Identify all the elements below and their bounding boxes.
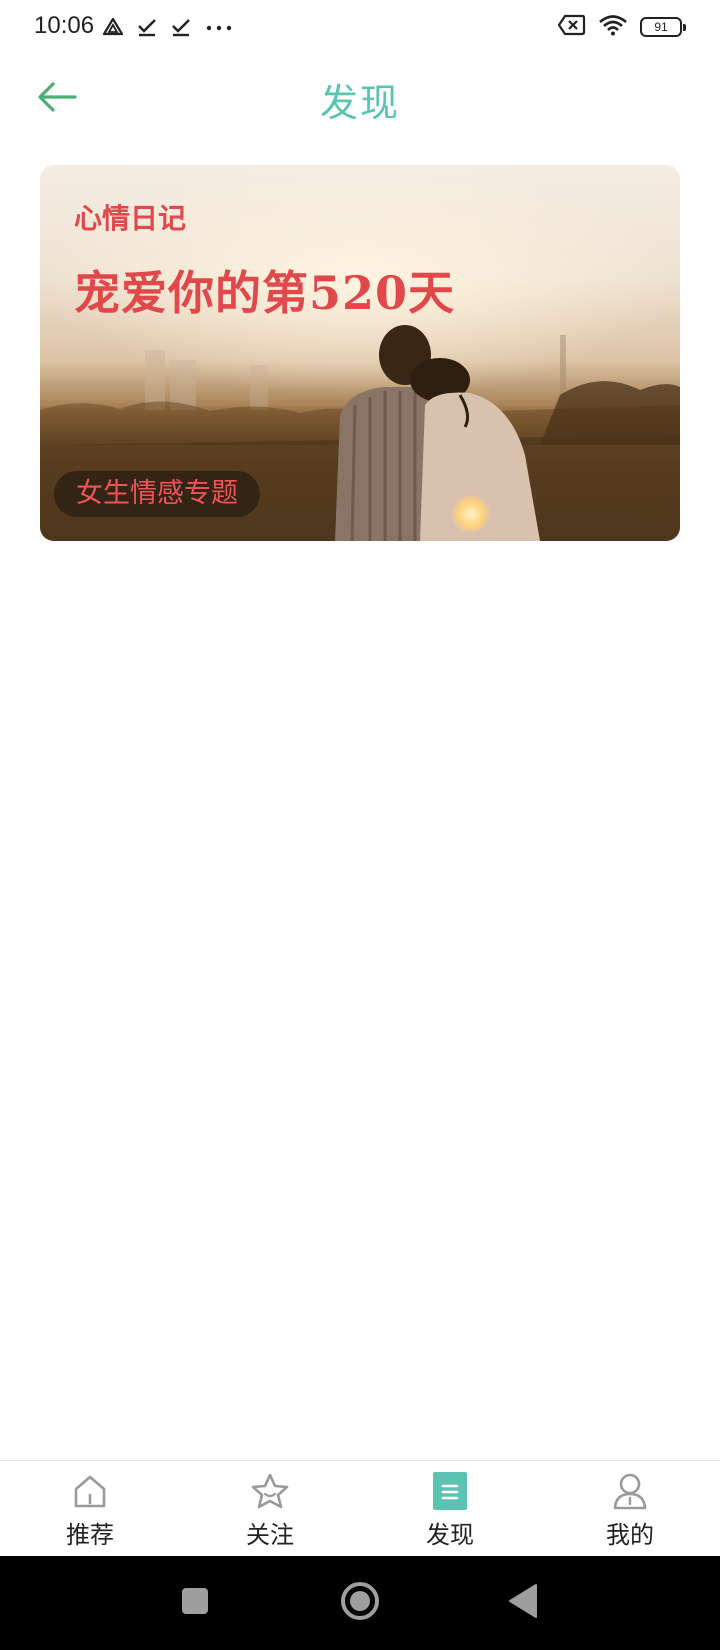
battery-level: 91 <box>654 20 668 34</box>
status-time: 10:06 <box>34 12 95 39</box>
drive-icon <box>102 16 124 38</box>
back-system-button[interactable] <box>500 1580 546 1626</box>
wifi-icon <box>598 14 628 40</box>
status-bar: 10:06 91 <box>0 0 720 56</box>
page-title: 发现 <box>319 81 400 125</box>
nav-label-mine: 我的 <box>606 1521 654 1549</box>
nav-label-discover: 发现 <box>426 1521 474 1549</box>
status-system-icons: 91 <box>557 12 686 42</box>
home-icon <box>70 1471 110 1511</box>
system-navigation-bar <box>0 1556 720 1650</box>
download-done-icon <box>136 16 158 38</box>
triangle-back-icon <box>506 1583 540 1623</box>
discover-icon <box>430 1471 470 1511</box>
nav-label-recommend: 推荐 <box>66 1521 114 1549</box>
header: 发现 <box>0 56 720 140</box>
banner-topic-tag[interactable]: 女生情感专题 <box>54 471 260 517</box>
banner-headline: 宠爱你的第520天 <box>74 266 456 320</box>
profile-icon <box>610 1471 650 1511</box>
sim-off-icon <box>557 14 586 40</box>
nav-item-recommend[interactable]: 推荐 <box>0 1461 180 1557</box>
recents-button[interactable] <box>172 1580 218 1626</box>
topic-banner-card[interactable]: 心情日记 宠爱你的第520天 女生情感专题 <box>40 165 680 541</box>
status-notification-icons <box>102 12 234 42</box>
nav-item-follow[interactable]: 关注 <box>180 1461 360 1557</box>
banner-kicker: 心情日记 <box>74 202 187 235</box>
bottom-nav: 推荐 关注 发现 我的 <box>0 1460 720 1557</box>
circle-icon <box>339 1580 381 1626</box>
nav-item-mine[interactable]: 我的 <box>540 1461 720 1557</box>
more-dots-icon <box>204 16 234 38</box>
nav-item-discover[interactable]: 发现 <box>360 1461 540 1557</box>
square-icon <box>180 1586 210 1620</box>
home-system-button[interactable] <box>337 1580 383 1626</box>
sun-flare <box>452 495 490 533</box>
nav-label-follow: 关注 <box>246 1521 294 1549</box>
battery-icon: 91 <box>640 17 686 37</box>
star-icon <box>250 1471 290 1511</box>
download-done-icon <box>170 16 192 38</box>
